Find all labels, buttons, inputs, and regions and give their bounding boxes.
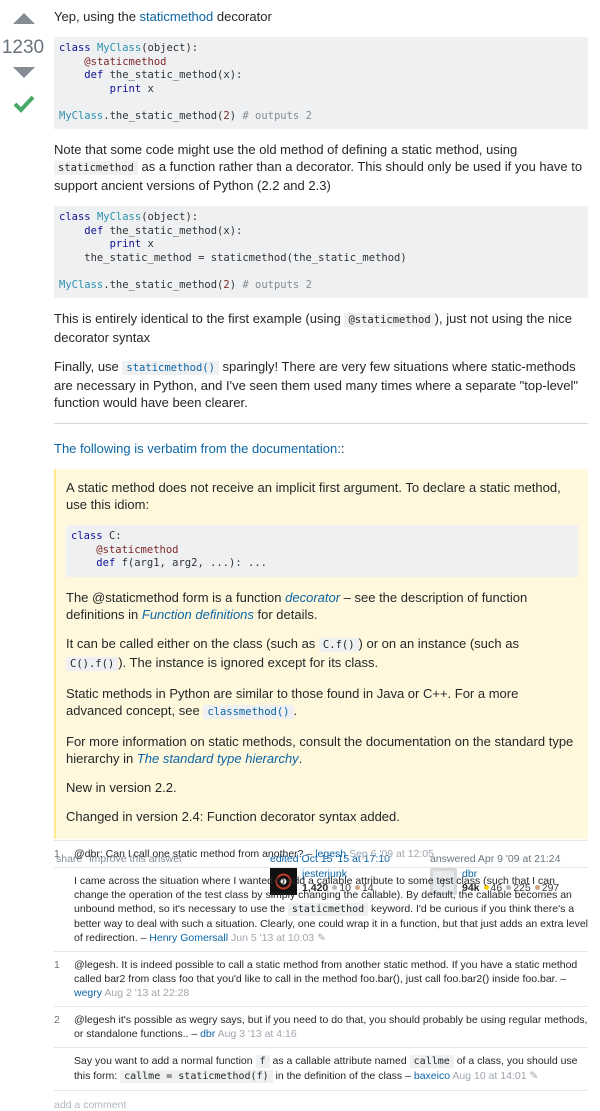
quote-paragraph: New in version 2.2. xyxy=(66,779,177,795)
answer-paragraph: This is entirely identical to the first … xyxy=(54,311,572,345)
inline-code: @staticmethod xyxy=(344,313,435,327)
decorator-link[interactable]: decorator xyxy=(285,590,340,605)
comment-score: 1 xyxy=(54,848,60,860)
quote-paragraph: Static methods in Python are similar to … xyxy=(66,685,519,719)
inline-code: callme xyxy=(409,1055,454,1068)
code-line: @staticmethod xyxy=(84,55,167,68)
add-comment-link[interactable]: add a comment xyxy=(54,1091,588,1111)
documentation-link[interactable]: The following is verbatim from the docum… xyxy=(54,441,341,456)
downvote-arrow-icon[interactable] xyxy=(13,67,35,78)
comment-user[interactable]: baxeico xyxy=(414,1070,450,1082)
comment-date[interactable]: Jun 5 '13 at 10:03 xyxy=(228,932,314,944)
comment: 2 @legesh it's possible as wegry says, b… xyxy=(54,1007,588,1048)
comment-date[interactable]: Aug 10 at 14:01 xyxy=(450,1070,526,1082)
inline-code: C.f() xyxy=(318,637,359,652)
staticmethod-link[interactable]: staticmethod xyxy=(140,9,214,24)
code-line: MyClass.the_static_method(2) # outputs 2 xyxy=(59,278,312,291)
answer-paragraph: Finally, use staticmethod() sparingly! T… xyxy=(54,359,579,410)
documentation-quote: A static method does not receive an impl… xyxy=(54,469,588,839)
code-block: class MyClass(object): def the_static_me… xyxy=(54,206,588,298)
code-line: def the_static_method(x): xyxy=(84,224,243,237)
code-line: print x xyxy=(109,238,154,250)
comment-score: 2 xyxy=(54,1014,60,1026)
pencil-icon: ✎ xyxy=(317,932,326,944)
code-line: print x xyxy=(109,82,154,95)
quote-paragraph: A static method does not receive an impl… xyxy=(66,480,561,512)
comment: 1 @dbr: Can I call one static method fro… xyxy=(54,841,588,868)
quote-paragraph: The @staticmethod form is a function dec… xyxy=(66,589,528,622)
comment-user[interactable]: dbr xyxy=(200,1028,215,1040)
answer-paragraph: Yep, using the staticmethod decorator xyxy=(54,9,272,24)
code-line: def f(arg1, arg2, ...): ... xyxy=(96,557,267,569)
comment-user[interactable]: wegry xyxy=(74,987,102,999)
code-block: class C: @staticmethod def f(arg1, arg2,… xyxy=(66,525,578,577)
staticmethod-doc-link[interactable]: staticmethod() xyxy=(122,361,219,375)
accepted-check-icon xyxy=(13,95,35,113)
upvote-arrow-icon[interactable] xyxy=(13,13,35,24)
comment: Say you want to add a normal function f … xyxy=(54,1048,588,1091)
code-line: class MyClass(object): xyxy=(59,211,199,223)
comments-section: 1 @dbr: Can I call one static method fro… xyxy=(54,840,588,1111)
quote-paragraph: It can be called either on the class (su… xyxy=(66,635,519,671)
inline-code: callme = staticmethod(f) xyxy=(120,1070,273,1083)
answer-paragraph: The following is verbatim from the docum… xyxy=(54,441,345,456)
classmethod-link[interactable]: classmethod() xyxy=(203,704,294,719)
comment-user[interactable]: legesh xyxy=(315,848,346,860)
code-line: class MyClass(object): xyxy=(59,42,199,54)
comment-score: 1 xyxy=(54,959,60,971)
divider xyxy=(54,423,588,424)
pencil-icon: ✎ xyxy=(529,1070,539,1082)
vote-count: 1230 xyxy=(1,37,45,58)
type-hierarchy-link[interactable]: The standard type hierarchy xyxy=(137,751,299,766)
quote-paragraph: Changed in version 2.4: Function decorat… xyxy=(66,808,400,824)
inline-code: f xyxy=(255,1055,270,1068)
code-line: the_static_method = staticmethod(the_sta… xyxy=(59,251,407,264)
comment-date[interactable]: Aug 2 '13 at 22:28 xyxy=(102,987,189,999)
inline-code: C().f() xyxy=(66,656,119,671)
function-definitions-link[interactable]: Function definitions xyxy=(142,607,254,622)
comment: I came across the situation where I want… xyxy=(54,868,588,952)
code-block: class MyClass(object): @staticmethod def… xyxy=(54,37,588,129)
comment: 1 @legesh. It is indeed possible to call… xyxy=(54,952,588,1007)
comment-user[interactable]: Henry Gomersall xyxy=(149,932,228,944)
code-line: class C: xyxy=(71,530,122,542)
code-line: @staticmethod xyxy=(96,543,179,556)
answer-paragraph: Note that some code might use the old me… xyxy=(54,142,583,193)
code-line: def the_static_method(x): xyxy=(84,69,243,81)
code-line: MyClass.the_static_method(2) # outputs 2 xyxy=(59,109,312,122)
inline-code: staticmethod xyxy=(54,161,138,175)
comment-date[interactable]: Sep 6 '09 at 12:05 xyxy=(346,848,434,860)
inline-code: staticmethod xyxy=(287,903,369,916)
quote-paragraph: For more information on static methods, … xyxy=(66,733,574,766)
answer-body: Yep, using the staticmethod decorator cl… xyxy=(54,8,588,909)
comment-date[interactable]: Aug 3 '13 at 4:16 xyxy=(215,1028,297,1040)
